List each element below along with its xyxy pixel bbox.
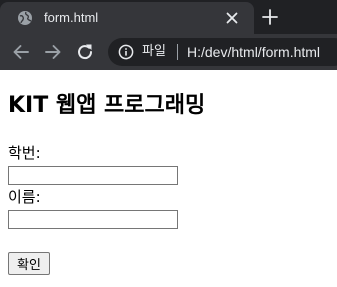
page-title: KIT 웹앱 프로그래밍 xyxy=(8,93,206,118)
plus-icon[interactable] xyxy=(261,8,279,26)
file-scheme-label: 파일 xyxy=(142,44,166,59)
browser-tab[interactable]: form.html xyxy=(0,2,254,34)
student-id-input[interactable] xyxy=(8,166,178,185)
globe-icon xyxy=(18,11,32,25)
name-input[interactable] xyxy=(8,210,178,229)
student-id-label: 학번: xyxy=(8,144,41,162)
submit-button[interactable]: 확인 xyxy=(8,252,50,275)
page-content: KIT 웹앱 프로그래밍 학번: 이름: 확인 xyxy=(0,70,337,287)
info-icon[interactable] xyxy=(118,44,134,60)
tab-title: form.html xyxy=(44,10,99,25)
reload-icon[interactable] xyxy=(75,42,95,62)
omnibox-divider xyxy=(177,44,178,60)
tab-strip: form.html xyxy=(0,0,337,34)
name-label: 이름: xyxy=(8,188,41,206)
url-text[interactable]: H:/dev/html/form.html xyxy=(187,43,320,61)
address-bar[interactable]: 파일 H:/dev/html/form.html xyxy=(108,38,337,66)
browser-window: form.html 파일 H:/dev/html/form.html KIT 웹… xyxy=(0,0,337,287)
close-icon[interactable] xyxy=(225,11,239,25)
browser-toolbar: 파일 H:/dev/html/form.html xyxy=(0,34,337,70)
arrow-left-icon[interactable] xyxy=(11,42,31,62)
arrow-right-icon[interactable] xyxy=(43,42,63,62)
